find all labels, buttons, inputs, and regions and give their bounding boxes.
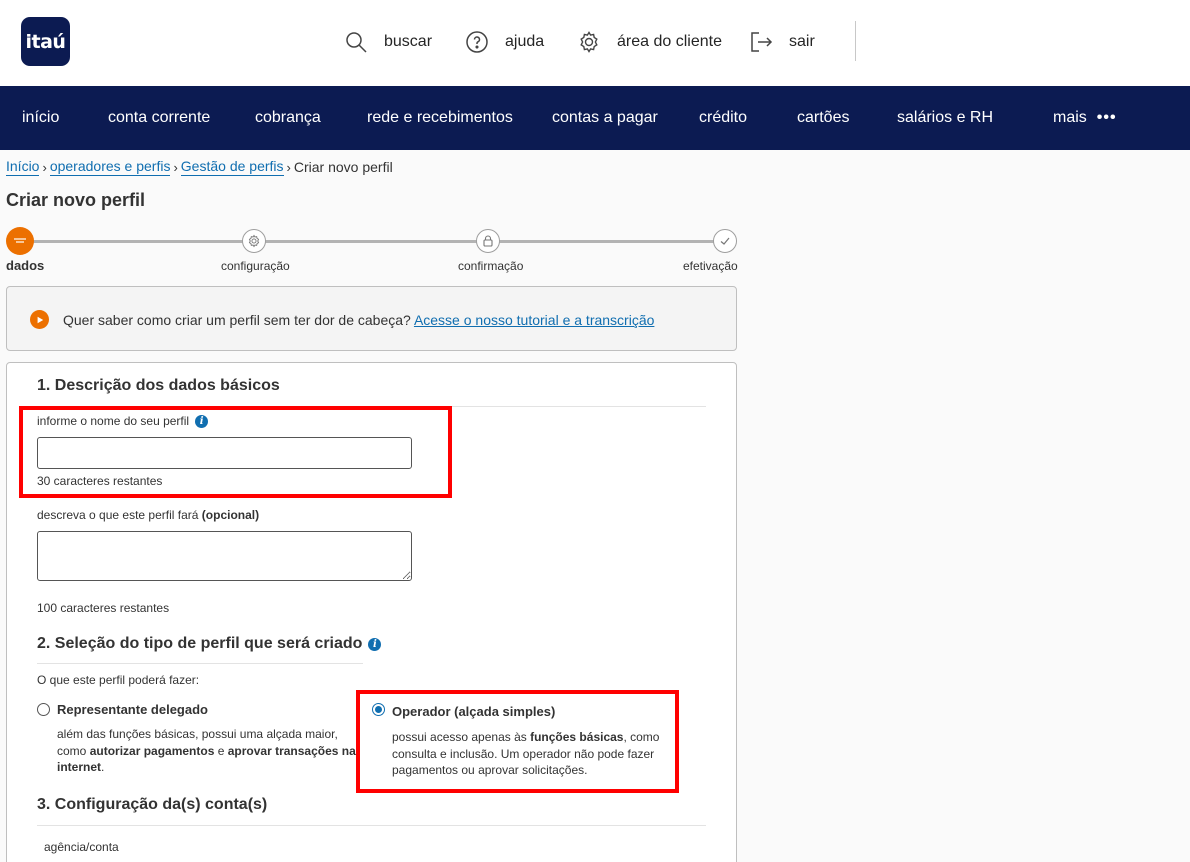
profile-desc-label: descreva o que este perfil fará — [37, 508, 199, 522]
step-label-configuracao: configuração — [221, 259, 290, 273]
section2-title: 2. Seleção do tipo de perfil que será cr… — [37, 635, 363, 652]
nav-mais[interactable]: mais ••• — [1053, 86, 1117, 150]
logout-button[interactable]: sair — [749, 30, 815, 54]
help-icon — [466, 31, 488, 53]
help-button[interactable]: ajuda — [465, 30, 544, 54]
search-label: buscar — [384, 33, 433, 50]
tutorial-text: Quer saber como criar um perfil sem ter … — [63, 312, 654, 328]
help-label: ajuda — [505, 33, 545, 50]
section2-divider — [37, 663, 363, 664]
section3-divider — [37, 825, 706, 826]
step-confirmacao-marker — [476, 229, 500, 253]
step-label-confirmacao: confirmação — [458, 259, 524, 273]
chevron-right-icon: › — [42, 159, 47, 175]
nav-cartoes[interactable]: cartões — [797, 86, 849, 150]
profile-type-prompt: O que este perfil poderá fazer: — [37, 673, 200, 687]
breadcrumb-inicio[interactable]: Início — [6, 158, 40, 176]
chevron-right-icon: › — [173, 159, 178, 175]
play-icon[interactable] — [30, 310, 49, 329]
logout-icon — [751, 32, 773, 52]
tutorial-question: Quer saber como criar um perfil sem ter … — [63, 312, 411, 328]
profile-desc-counter: 100 caracteres restantes — [37, 601, 170, 615]
nav-conta-corrente[interactable]: conta corrente — [108, 86, 210, 150]
gear-icon — [580, 31, 598, 53]
nav-rede-recebimentos[interactable]: rede e recebimentos — [367, 86, 513, 150]
check-icon — [720, 237, 730, 245]
option-representante-title[interactable]: Representante delegado — [57, 702, 208, 717]
section3-title: 3. Configuração da(s) conta(s) — [37, 796, 268, 813]
nav-contas-a-pagar[interactable]: contas a pagar — [552, 86, 658, 150]
lines-icon — [14, 238, 26, 243]
more-dots-icon: ••• — [1096, 109, 1117, 126]
highlight-operador-option — [356, 690, 679, 793]
section2-title-row: 2. Seleção do tipo de perfil que será cr… — [37, 635, 382, 653]
breadcrumb-gestao-perfis[interactable]: Gestão de perfis — [180, 158, 284, 176]
highlight-name-field — [19, 406, 452, 498]
step-dados-marker — [6, 227, 34, 255]
client-area-label: área do cliente — [617, 33, 722, 50]
breadcrumb-operadores[interactable]: operadores e perfis — [49, 158, 171, 176]
profile-desc-label-row: descreva o que este perfil fará (opciona… — [37, 508, 259, 522]
breadcrumb-current: Criar novo perfil — [293, 159, 393, 175]
radio-representante[interactable] — [37, 703, 50, 716]
logout-label: sair — [789, 33, 815, 50]
nav-credito[interactable]: crédito — [699, 86, 747, 150]
nav-salarios-rh[interactable]: salários e RH — [897, 86, 993, 150]
info-icon[interactable]: i — [368, 637, 382, 651]
step-label-dados: dados — [6, 258, 45, 273]
breadcrumb: Início › operadores e perfis › Gestão de… — [6, 158, 393, 176]
nav-cobranca[interactable]: cobrança — [255, 86, 321, 150]
step-configuracao-marker — [242, 229, 266, 253]
search-icon — [346, 32, 367, 53]
section1-title: 1. Descrição dos dados básicos — [37, 377, 280, 394]
gear-icon — [248, 234, 260, 248]
nav-mais-label: mais — [1053, 109, 1087, 126]
itau-logo[interactable]: itaú — [21, 17, 70, 66]
step-label-efetivacao: efetivação — [683, 259, 738, 273]
tutorial-banner: Quer saber como criar um perfil sem ter … — [6, 286, 737, 351]
client-area-button[interactable]: área do cliente — [577, 30, 722, 54]
account-label: agência/conta — [44, 840, 119, 854]
stepper-track — [22, 240, 724, 243]
main-nav: início conta corrente cobrança rede e re… — [0, 86, 1190, 150]
header-divider — [855, 21, 856, 61]
optional-tag: (opcional) — [201, 508, 260, 522]
step-efetivacao-marker — [713, 229, 737, 253]
tutorial-link[interactable]: Acesse o nosso tutorial e a transcrição — [414, 312, 654, 328]
search-button[interactable]: buscar — [344, 30, 432, 54]
option-representante-desc: além das funções básicas, possui uma alç… — [57, 727, 356, 774]
profile-desc-textarea[interactable] — [37, 531, 412, 581]
chevron-right-icon: › — [286, 159, 291, 175]
lock-icon — [483, 235, 493, 247]
top-header: itaú buscar ajuda área do cliente sair — [0, 0, 1190, 86]
nav-inicio[interactable]: início — [22, 86, 59, 150]
page-title: Criar novo perfil — [6, 190, 146, 210]
